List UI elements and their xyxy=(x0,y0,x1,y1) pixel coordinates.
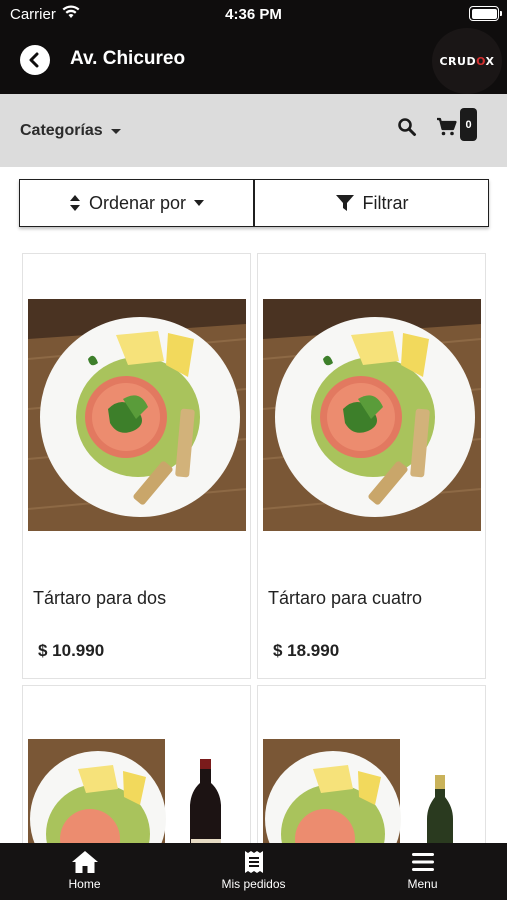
categories-dropdown[interactable]: Categorías xyxy=(20,122,121,140)
menu-icon xyxy=(411,853,434,871)
logo-text: CRUDOX xyxy=(439,54,495,68)
sort-label: Ordenar por xyxy=(88,192,187,213)
tab-orders[interactable]: Mis pedidos xyxy=(169,843,338,900)
filter-button[interactable]: Filtrar xyxy=(254,179,489,227)
category-bar: Categorías 0 xyxy=(0,94,507,167)
cart-icon xyxy=(437,117,457,136)
chevron-down-icon xyxy=(110,128,121,134)
sort-filter-bar: Ordenar por Filtrar xyxy=(19,179,489,227)
brand-logo: CRUDOX xyxy=(432,28,502,94)
product-card[interactable] xyxy=(257,685,486,899)
cart-button[interactable] xyxy=(436,117,458,142)
bottom-tab-bar: Home Mis pedidos Menu xyxy=(0,843,507,900)
status-time: 4:36 PM xyxy=(225,6,282,23)
product-image xyxy=(28,299,246,531)
sort-button[interactable]: Ordenar por xyxy=(19,179,254,227)
tab-home-label: Home xyxy=(68,877,101,891)
page-title: Av. Chicureo xyxy=(70,48,186,69)
filter-label: Filtrar xyxy=(362,192,409,213)
product-price: $ 10.990 xyxy=(38,641,105,660)
navigation-bar: Av. Chicureo CRUDOX xyxy=(0,28,507,94)
categories-label: Categorías xyxy=(20,122,103,139)
search-icon xyxy=(398,118,416,136)
back-arrow-icon xyxy=(29,52,39,68)
search-button[interactable] xyxy=(397,117,417,142)
product-card[interactable]: Tártaro para dos $ 10.990 xyxy=(22,253,251,679)
cart-count-badge: 0 xyxy=(460,108,477,141)
product-name: Tártaro para cuatro xyxy=(268,588,423,608)
filter-icon xyxy=(335,195,354,211)
product-card[interactable] xyxy=(22,685,251,899)
sort-icon xyxy=(69,195,80,211)
battery-icon xyxy=(469,6,502,21)
tab-menu[interactable]: Menu xyxy=(338,843,507,900)
tab-menu-label: Menu xyxy=(407,877,438,891)
tab-home[interactable]: Home xyxy=(0,843,169,900)
product-image xyxy=(263,299,481,531)
product-card[interactable]: Tártaro para cuatro $ 18.990 xyxy=(257,253,486,679)
product-name: Tártaro para dos xyxy=(33,588,167,608)
status-bar: Carrier 4:36 PM xyxy=(0,0,507,28)
tab-orders-label: Mis pedidos xyxy=(221,877,286,891)
receipt-icon xyxy=(244,851,263,873)
chevron-down-icon xyxy=(194,200,205,206)
home-icon xyxy=(71,851,98,873)
back-button[interactable] xyxy=(20,45,50,75)
product-price: $ 18.990 xyxy=(273,641,340,660)
